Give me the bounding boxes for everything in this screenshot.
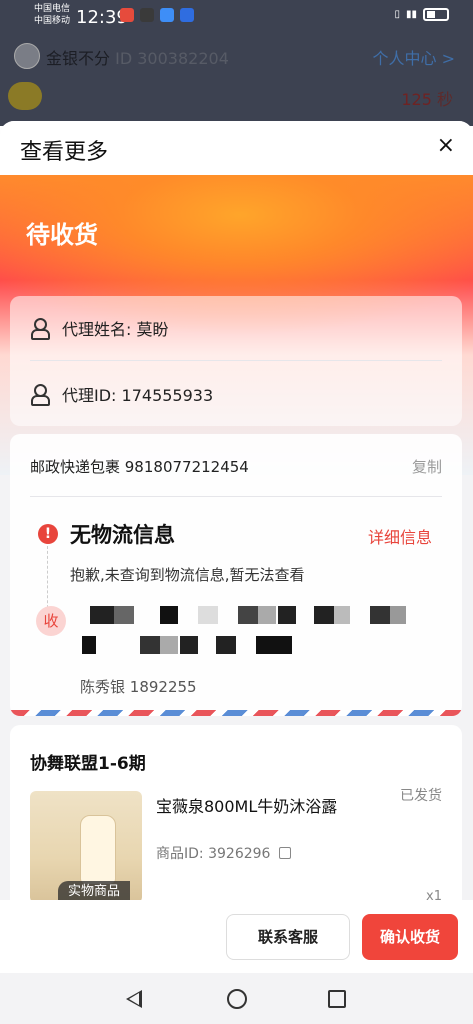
product-image[interactable]: 实物商品 xyxy=(30,791,142,903)
product-id: 3926296 xyxy=(208,846,271,862)
system-icons: ▯ ▮▮ xyxy=(394,8,449,21)
carrier-1: 中国电信 xyxy=(34,4,71,14)
user-bar: 金银不分 ID 300382204 个人中心 > xyxy=(0,34,473,76)
alert-icon: ! xyxy=(38,524,58,544)
home-icon[interactable] xyxy=(227,989,247,1009)
express-number: 邮政快递包裹 9818077212454 xyxy=(30,458,249,476)
confirm-receipt-button[interactable]: 确认收货 xyxy=(362,914,458,960)
contact-service-button[interactable]: 联系客服 xyxy=(226,914,350,960)
back-icon[interactable] xyxy=(126,990,142,1008)
system-nav-bar xyxy=(0,973,473,1024)
user-name-line: 金银不分 ID 300382204 xyxy=(46,45,229,69)
taobao-notification-icon xyxy=(140,8,154,22)
personal-center-label: 个人中心 xyxy=(372,49,437,68)
divider xyxy=(30,360,442,361)
shipping-status: 已发货 xyxy=(400,788,442,804)
view-more-sheet: 查看更多 × 待收货 代理姓名: 莫盼 代理ID: 174555933 邮政快递… xyxy=(0,121,473,1024)
order-status-title: 待收货 xyxy=(26,221,98,249)
product-name[interactable]: 宝薇泉800ML牛奶沐浴露 xyxy=(156,793,337,817)
chevron-right-icon: > xyxy=(441,49,455,68)
avatar[interactable] xyxy=(14,43,40,69)
shop-name: 协舞联盟1-6期 xyxy=(30,754,146,774)
cloud-notification-icon xyxy=(160,8,174,22)
agent-id: 174555933 xyxy=(121,386,214,405)
copy-button[interactable]: 复制 xyxy=(412,456,442,477)
personal-center-link[interactable]: 个人中心 > xyxy=(372,45,455,69)
browser-notification-icon xyxy=(180,8,194,22)
person-icon xyxy=(30,318,50,340)
recent-apps-icon[interactable] xyxy=(328,990,346,1008)
receiver-badge: 收 xyxy=(36,606,66,636)
agent-name-row: 代理姓名: 莫盼 xyxy=(30,313,169,343)
action-bar: 联系客服 确认收货 xyxy=(0,900,473,973)
agent-name: 莫盼 xyxy=(136,320,169,339)
timer-value: 125 xyxy=(401,90,432,109)
receiver-info: 陈秀银 1892255 xyxy=(80,676,197,697)
product-id-line: 商品ID: 3926296 xyxy=(156,843,291,863)
close-icon[interactable]: × xyxy=(437,133,455,158)
notification-icons xyxy=(120,8,194,22)
user-name: 金银不分 xyxy=(46,49,111,68)
battery-icon xyxy=(423,8,449,21)
person-icon xyxy=(30,384,50,406)
sheet-header: 查看更多 × xyxy=(0,121,473,175)
status-bar: 中国电信 中国移动 12:39 ▯ ▮▮ xyxy=(0,0,473,34)
background-strip: 125 秒 xyxy=(0,76,473,126)
countdown-timer: 125 秒 xyxy=(401,86,453,110)
carrier-2: 中国移动 xyxy=(34,16,71,26)
no-logistics-desc: 抱歉,未查询到物流信息,暂无法查看 xyxy=(70,566,305,584)
agent-card: 代理姓名: 莫盼 代理ID: 174555933 xyxy=(10,296,462,426)
timer-unit: 秒 xyxy=(436,90,453,109)
address-mosaic xyxy=(80,606,420,666)
carrier-labels: 中国电信 中国移动 xyxy=(34,3,70,27)
agent-id-label: 代理ID: xyxy=(62,386,117,405)
app-notification-icon xyxy=(120,8,134,22)
receiver-phone: 1892255 xyxy=(129,678,197,696)
airmail-border xyxy=(10,710,462,716)
no-logistics-title: 无物流信息 xyxy=(70,523,175,547)
receiver-name: 陈秀银 xyxy=(80,678,126,696)
vibrate-icon: ▯ xyxy=(394,9,400,20)
copy-icon[interactable] xyxy=(278,847,291,859)
user-id: 300382204 xyxy=(137,49,229,68)
bottle-illustration xyxy=(80,815,116,885)
sheet-title: 查看更多 xyxy=(20,140,109,165)
agent-name-label: 代理姓名: xyxy=(62,320,132,339)
shipping-card: 邮政快递包裹 9818077212454 复制 ! 无物流信息 详细信息 抱歉,… xyxy=(10,434,462,716)
signal-icon: ▮▮ xyxy=(405,9,417,20)
divider xyxy=(30,496,442,497)
product-id-label: 商品ID: xyxy=(156,846,204,862)
brand-logo xyxy=(8,82,42,110)
agent-id-row: 代理ID: 174555933 xyxy=(30,379,213,409)
user-id-label: ID xyxy=(115,49,133,68)
detail-info-link[interactable]: 详细信息 xyxy=(368,524,432,548)
